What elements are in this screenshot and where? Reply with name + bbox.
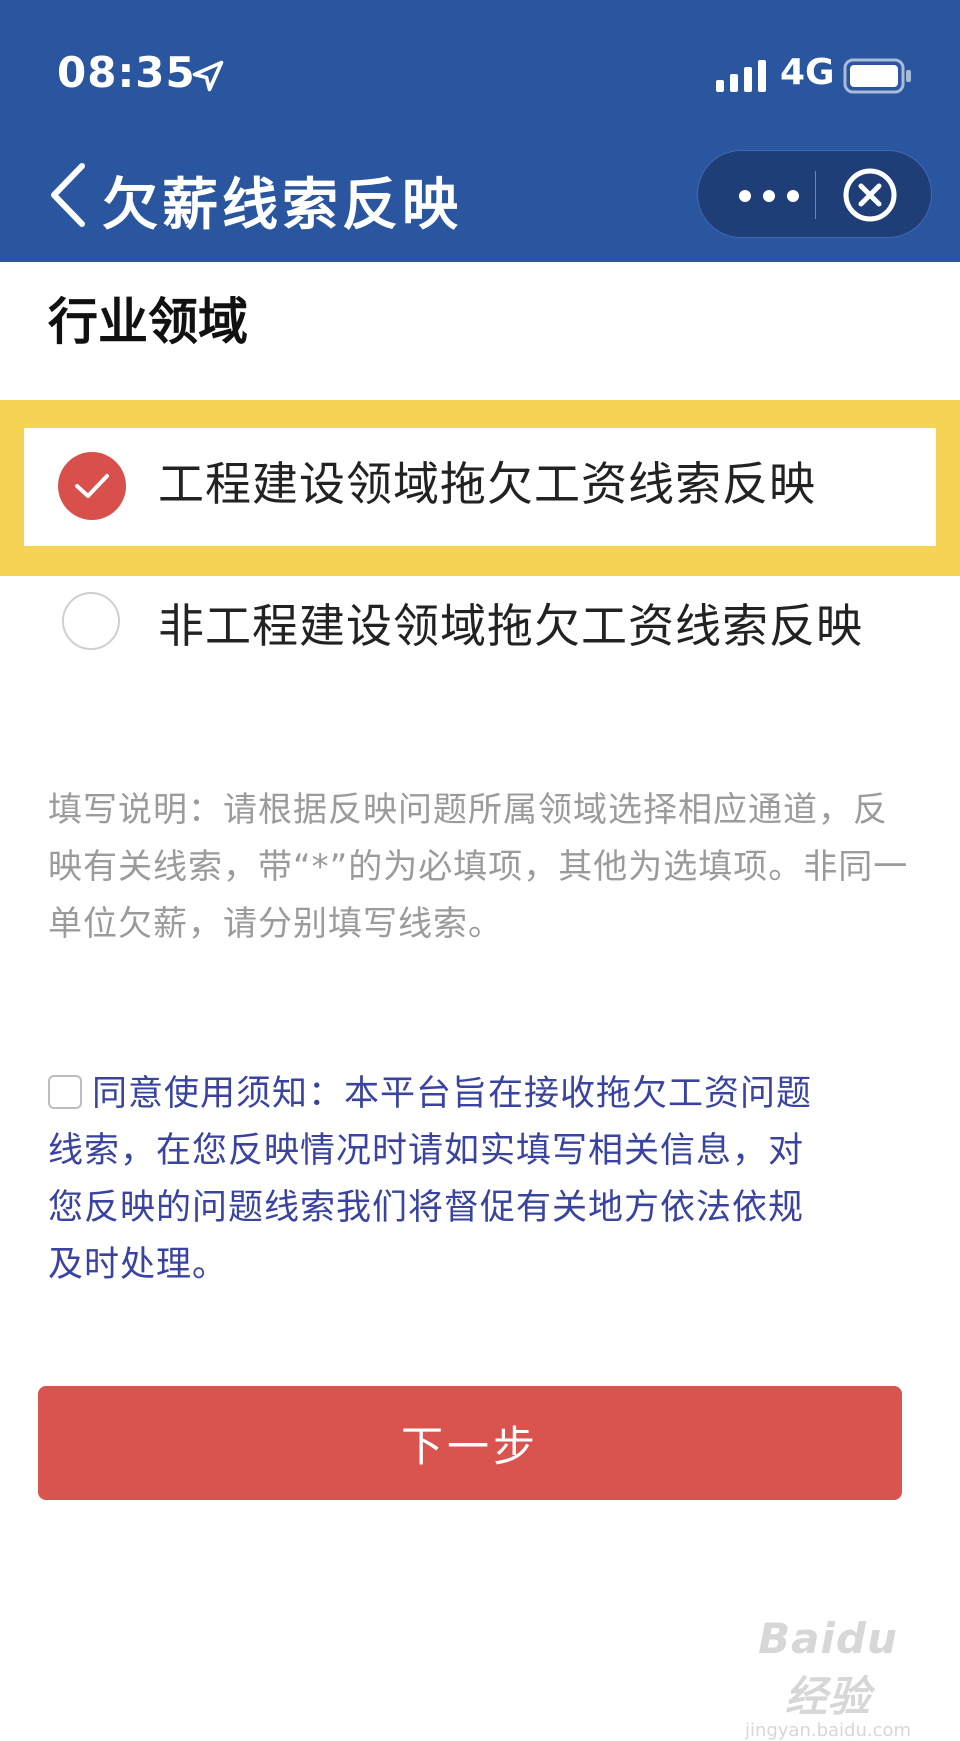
selection-highlight: 工程建设领域拖欠工资线索反映 — [0, 400, 960, 576]
battery-icon — [843, 58, 911, 94]
option-construction[interactable]: 工程建设领域拖欠工资线索反映 — [24, 428, 936, 546]
agreement-text[interactable]: 同意使用须知：本平台旨在接收拖欠工资问题线索，在您反映情况时请如实填写相关信息，… — [48, 1074, 812, 1285]
app-header: 08:35 4G 欠薪线索反映 — [0, 0, 960, 262]
next-button[interactable]: 下一步 — [38, 1386, 902, 1500]
close-circle-icon[interactable] — [841, 166, 899, 224]
radio-checked-icon[interactable] — [58, 452, 126, 520]
watermark-logo: Baidu经验 — [758, 1614, 898, 1721]
section-title: 行业领域 — [48, 293, 248, 351]
capsule-divider — [815, 171, 816, 219]
network-label: 4G — [780, 52, 835, 93]
check-icon — [75, 474, 109, 498]
menu-capsule — [697, 150, 932, 238]
location-arrow-icon — [192, 60, 224, 92]
option-non-construction[interactable]: 非工程建设领域拖欠工资线索反映 — [0, 590, 960, 710]
radio-unchecked-icon[interactable] — [62, 592, 120, 650]
instruction-text: 填写说明：请根据反映问题所属领域选择相应通道，反映有关线索，带“*”的为必填项，… — [48, 790, 909, 944]
agreement-block: 同意使用须知：本平台旨在接收拖欠工资问题线索，在您反映情况时请如实填写相关信息，… — [48, 1066, 828, 1294]
agree-checkbox[interactable] — [48, 1075, 82, 1109]
option-label: 非工程建设领域拖欠工资线索反映 — [158, 599, 863, 653]
option-label: 工程建设领域拖欠工资线索反映 — [158, 457, 816, 511]
watermark: Baidu经验 jingyan.baidu.com — [738, 1614, 918, 1741]
watermark-url: jingyan.baidu.com — [744, 1720, 912, 1741]
page-title: 欠薪线索反映 — [102, 173, 462, 238]
more-dots-icon[interactable] — [738, 189, 800, 203]
signal-bars-icon — [716, 60, 766, 92]
chevron-left-icon[interactable] — [46, 160, 90, 230]
status-time: 08:35 — [57, 48, 196, 97]
